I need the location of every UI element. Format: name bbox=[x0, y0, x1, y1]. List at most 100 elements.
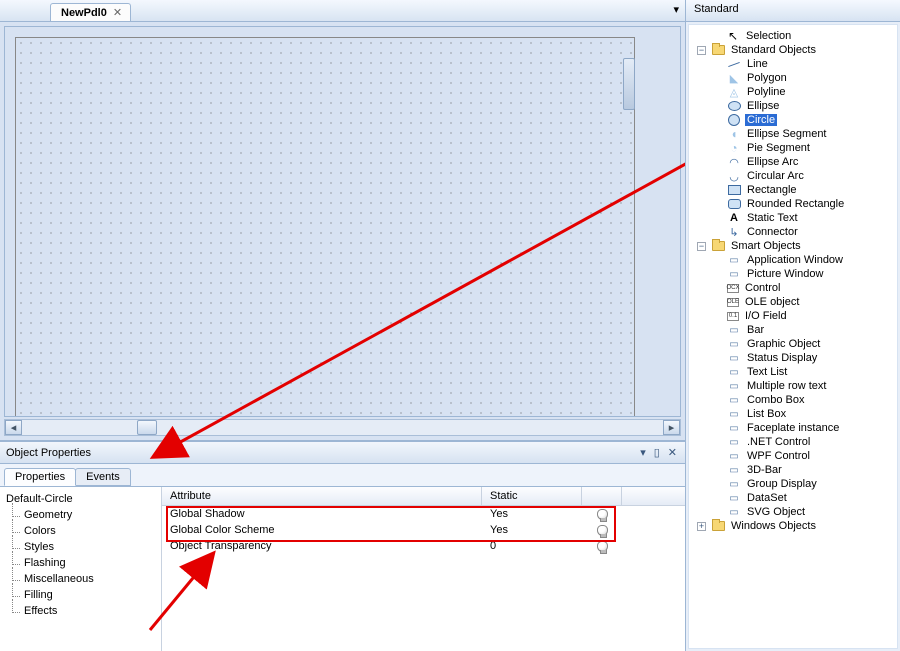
category-item-effects[interactable]: Effects bbox=[6, 603, 155, 619]
tree-group-standard-objects[interactable]: −Standard Objects bbox=[693, 43, 897, 57]
category-item[interactable]: Geometry bbox=[6, 507, 155, 523]
tree-item[interactable]: WPF Control bbox=[693, 449, 897, 463]
tree-item[interactable]: Static Text bbox=[693, 211, 897, 225]
attribute-row[interactable]: Global Shadow Yes bbox=[162, 506, 685, 522]
tree-item[interactable]: Ellipse Arc bbox=[693, 155, 897, 169]
document-tab[interactable]: NewPdl0 ✕ bbox=[50, 3, 131, 21]
group-display-icon bbox=[727, 478, 741, 490]
object-palette: Standard Selection −Standard Objects Lin… bbox=[685, 0, 900, 651]
tree-item[interactable]: .NET Control bbox=[693, 435, 897, 449]
tree-item[interactable]: 0.1I/O Field bbox=[693, 309, 897, 323]
polygon-icon bbox=[727, 72, 741, 84]
tab-events[interactable]: Events bbox=[75, 468, 131, 486]
tree-item[interactable]: Group Display bbox=[693, 477, 897, 491]
document-tab-label: NewPdl0 bbox=[61, 7, 107, 19]
col-header-attribute[interactable]: Attribute bbox=[162, 487, 482, 505]
ocx-icon: OCX bbox=[727, 284, 739, 293]
category-item[interactable]: Filling bbox=[6, 587, 155, 603]
cursor-icon bbox=[726, 30, 740, 42]
svg-icon bbox=[727, 506, 741, 518]
multirow-icon bbox=[727, 380, 741, 392]
panel-title: Object Properties bbox=[6, 447, 91, 459]
tree-item[interactable]: SVG Object bbox=[693, 505, 897, 519]
rectangle-icon bbox=[727, 184, 741, 196]
tree-item[interactable]: Connector bbox=[693, 225, 897, 239]
category-root[interactable]: Default-Circle bbox=[6, 491, 155, 507]
tree-item[interactable]: Combo Box bbox=[693, 393, 897, 407]
category-item[interactable]: Styles bbox=[6, 539, 155, 555]
design-canvas[interactable] bbox=[4, 26, 681, 417]
bar-icon bbox=[727, 324, 741, 336]
textlist-icon bbox=[727, 366, 741, 378]
tree-group-windows-objects[interactable]: +Windows Objects bbox=[693, 519, 897, 533]
col-header-static[interactable]: Static bbox=[482, 487, 582, 505]
scroll-track[interactable] bbox=[22, 420, 663, 435]
tree-item[interactable]: Application Window bbox=[693, 253, 897, 267]
horizontal-scrollbar[interactable]: ◂ ▸ bbox=[4, 419, 681, 436]
tree-item[interactable]: Multiple row text bbox=[693, 379, 897, 393]
palette-title: Standard bbox=[686, 0, 900, 22]
combo-icon bbox=[727, 394, 741, 406]
window-icon bbox=[727, 268, 741, 280]
tree-item-selection[interactable]: Selection bbox=[693, 29, 897, 43]
tree-item[interactable]: Ellipse bbox=[693, 99, 897, 113]
tree-item[interactable]: 3D-Bar bbox=[693, 463, 897, 477]
tree-item[interactable]: DataSet bbox=[693, 491, 897, 505]
category-item[interactable]: Flashing bbox=[6, 555, 155, 571]
circular-arc-icon bbox=[727, 170, 741, 182]
bulb-icon bbox=[597, 541, 608, 552]
bulb-icon bbox=[597, 525, 608, 536]
tree-item[interactable]: Rectangle bbox=[693, 183, 897, 197]
tree-item-circle[interactable]: Circle bbox=[693, 113, 897, 127]
tabbar-dropdown-icon[interactable]: ▾ bbox=[673, 3, 679, 16]
tree-item[interactable]: Status Display bbox=[693, 351, 897, 365]
dataset-icon bbox=[727, 492, 741, 504]
panel-close-icon[interactable]: ✕ bbox=[666, 446, 679, 459]
ellipse-segment-icon bbox=[727, 128, 741, 140]
scroll-left-icon[interactable]: ◂ bbox=[5, 420, 22, 435]
document-tabbar: NewPdl0 ✕ ▾ bbox=[0, 0, 685, 22]
palette-tree[interactable]: Selection −Standard Objects Line Polygon… bbox=[688, 24, 898, 649]
tree-item[interactable]: Picture Window bbox=[693, 267, 897, 281]
scroll-right-icon[interactable]: ▸ bbox=[663, 420, 680, 435]
category-item[interactable]: Colors bbox=[6, 523, 155, 539]
tree-item[interactable]: OCXControl bbox=[693, 281, 897, 295]
expand-icon[interactable]: + bbox=[697, 522, 706, 531]
tree-item[interactable]: Circular Arc bbox=[693, 169, 897, 183]
tree-item[interactable]: Polygon bbox=[693, 71, 897, 85]
tree-item[interactable]: List Box bbox=[693, 407, 897, 421]
tree-item[interactable]: Ellipse Segment bbox=[693, 127, 897, 141]
collapse-icon[interactable]: − bbox=[697, 46, 706, 55]
wpf-icon bbox=[727, 450, 741, 462]
status-icon bbox=[727, 352, 741, 364]
3dbar-icon bbox=[727, 464, 741, 476]
tree-item[interactable]: Pie Segment bbox=[693, 141, 897, 155]
tab-properties[interactable]: Properties bbox=[4, 468, 76, 486]
canvas-area: ◂ ▸ bbox=[0, 22, 685, 441]
window-icon bbox=[727, 254, 741, 266]
tree-item[interactable]: Line bbox=[693, 57, 897, 71]
bulb-icon bbox=[597, 509, 608, 520]
tree-item[interactable]: Bar bbox=[693, 323, 897, 337]
attribute-row[interactable]: Global Color Scheme Yes bbox=[162, 522, 685, 538]
ellipse-icon bbox=[727, 100, 741, 112]
tree-item[interactable]: Faceplate instance bbox=[693, 421, 897, 435]
category-item[interactable]: Miscellaneous bbox=[6, 571, 155, 587]
folder-icon bbox=[712, 241, 725, 251]
collapse-icon[interactable]: − bbox=[697, 242, 706, 251]
tree-item[interactable]: Rounded Rectangle bbox=[693, 197, 897, 211]
close-icon[interactable]: ✕ bbox=[113, 6, 122, 19]
category-tree[interactable]: Default-Circle Geometry Colors Styles Fl… bbox=[0, 487, 162, 651]
tree-group-smart-objects[interactable]: −Smart Objects bbox=[693, 239, 897, 253]
object-properties-panel: Object Properties ▾ ▯ ✕ Properties Event… bbox=[0, 441, 685, 651]
tree-item[interactable]: Text List bbox=[693, 365, 897, 379]
tree-item[interactable]: Polyline bbox=[693, 85, 897, 99]
tree-item[interactable]: OLEOLE object bbox=[693, 295, 897, 309]
tree-item[interactable]: Graphic Object bbox=[693, 337, 897, 351]
scroll-thumb[interactable] bbox=[137, 420, 157, 435]
panel-dropdown-icon[interactable]: ▾ bbox=[638, 446, 648, 459]
ole-icon: OLE bbox=[727, 298, 739, 307]
panel-pin-icon[interactable]: ▯ bbox=[652, 446, 662, 459]
attribute-row[interactable]: Object Transparency 0 bbox=[162, 538, 685, 554]
col-header-dynamic[interactable] bbox=[582, 487, 622, 505]
